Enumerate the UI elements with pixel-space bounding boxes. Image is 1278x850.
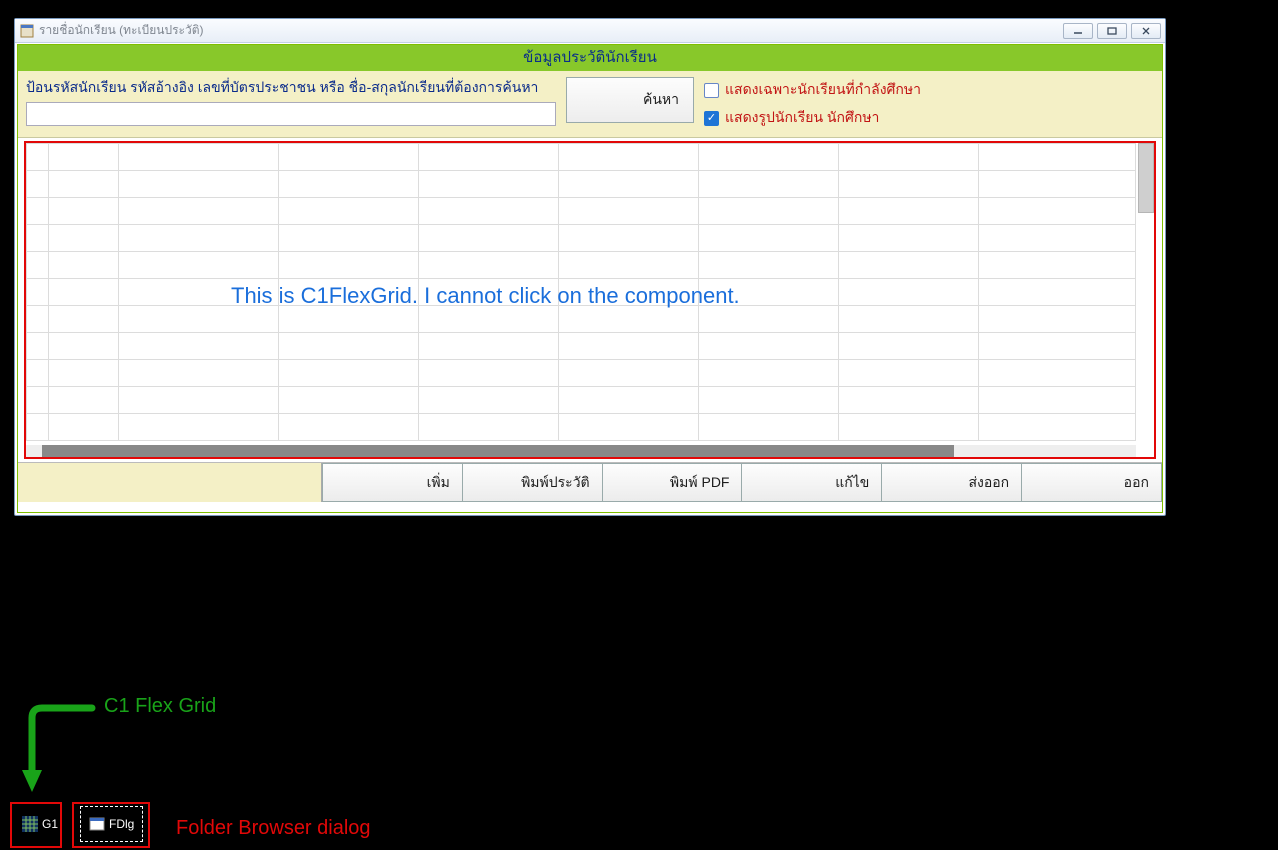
- horizontal-scrollbar[interactable]: [42, 445, 954, 457]
- maximize-button[interactable]: [1097, 23, 1127, 39]
- table-row[interactable]: [27, 414, 1136, 441]
- page-title: ข้อมูลประวัตินักเรียน: [18, 45, 1162, 71]
- folder-dialog-icon: [89, 816, 105, 832]
- checkbox-current-students[interactable]: แสดงเฉพาะนักเรียนที่กำลังศึกษา: [704, 79, 921, 101]
- flexgrid-container: This is C1FlexGrid. I cannot click on th…: [24, 141, 1156, 459]
- edit-button[interactable]: แก้ไข: [742, 463, 882, 502]
- footer-toolbar: เพิ่ม พิมพ์ประวัติ พิมพ์ PDF แก้ไข ส่งออ…: [18, 462, 1162, 502]
- designer-fdlg-label: FDlg: [109, 817, 134, 831]
- app-icon: [19, 23, 35, 39]
- designer-folderdialog-item[interactable]: FDlg: [80, 806, 143, 842]
- print-pdf-button[interactable]: พิมพ์ PDF: [603, 463, 743, 502]
- table-row[interactable]: [27, 441, 1136, 442]
- vertical-scrollbar[interactable]: [1138, 143, 1154, 213]
- search-panel: ป้อนรหัสนักเรียน รหัสอ้างอิง เลขที่บัตรป…: [18, 71, 1162, 138]
- close-button[interactable]: [1131, 23, 1161, 39]
- search-button-label: ค้นหา: [643, 89, 679, 111]
- table-row[interactable]: [27, 225, 1136, 252]
- checkbox-photos-label: แสดงรูปนักเรียน นักศึกษา: [725, 107, 879, 129]
- checkbox-current-label: แสดงเฉพาะนักเรียนที่กำลังศึกษา: [725, 79, 921, 101]
- table-row[interactable]: [27, 279, 1136, 306]
- designer-flexgrid-item[interactable]: G1: [14, 806, 66, 842]
- checkbox-icon: [704, 111, 719, 126]
- search-input[interactable]: [26, 102, 556, 126]
- table-row[interactable]: [27, 171, 1136, 198]
- minimize-button[interactable]: [1063, 23, 1093, 39]
- titlebar: รายชื่อนักเรียน (ทะเบียนประวัติ): [15, 19, 1165, 43]
- checkbox-show-photos[interactable]: แสดงรูปนักเรียน นักศึกษา: [704, 107, 921, 129]
- search-label: ป้อนรหัสนักเรียน รหัสอ้างอิง เลขที่บัตรป…: [26, 77, 556, 99]
- search-button[interactable]: ค้นหา: [566, 77, 694, 123]
- table-row[interactable]: [27, 198, 1136, 225]
- add-button[interactable]: เพิ่ม: [322, 463, 463, 502]
- window-title: รายชื่อนักเรียน (ทะเบียนประวัติ): [39, 21, 1063, 40]
- grid-icon: [22, 816, 38, 832]
- annotation-flexgrid-label: C1 Flex Grid: [104, 695, 216, 718]
- arrow-icon: [22, 702, 102, 802]
- window-body: ข้อมูลประวัตินักเรียน ป้อนรหัสนักเรียน ร…: [17, 44, 1163, 513]
- table-row[interactable]: [27, 387, 1136, 414]
- app-window: รายชื่อนักเรียน (ทะเบียนประวัติ) ข้อมูลป…: [14, 18, 1166, 516]
- annotation-folder-label: Folder Browser dialog: [176, 817, 371, 840]
- export-button[interactable]: ส่งออก: [882, 463, 1022, 502]
- designer-g1-label: G1: [42, 817, 58, 831]
- footer-spacer: [18, 463, 322, 502]
- flexgrid[interactable]: [26, 143, 1136, 441]
- exit-button[interactable]: ออก: [1022, 463, 1162, 502]
- print-profile-button[interactable]: พิมพ์ประวัติ: [463, 463, 603, 502]
- table-row[interactable]: [27, 333, 1136, 360]
- table-row[interactable]: [27, 360, 1136, 387]
- checkbox-icon: [704, 83, 719, 98]
- window-controls: [1063, 23, 1161, 39]
- table-row[interactable]: [27, 252, 1136, 279]
- table-row[interactable]: [27, 306, 1136, 333]
